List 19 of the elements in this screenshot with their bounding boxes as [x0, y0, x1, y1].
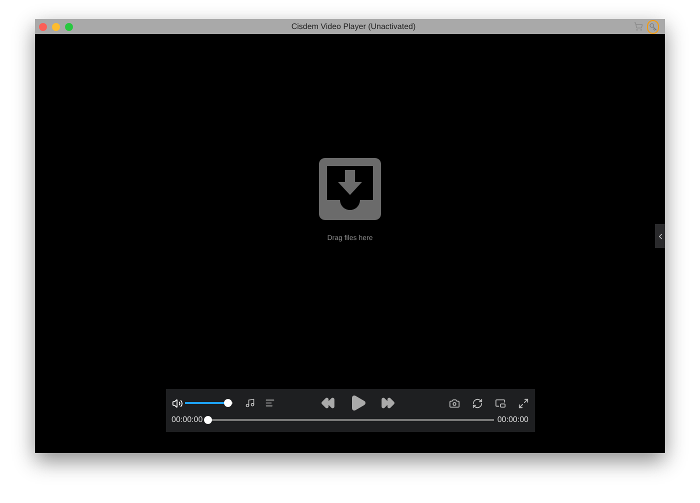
rewind-icon[interactable]	[320, 396, 334, 410]
volume-thumb[interactable]	[224, 399, 232, 407]
sidebar-toggle-button[interactable]	[655, 224, 665, 248]
camera-icon[interactable]	[448, 398, 460, 408]
progress-thumb[interactable]	[204, 416, 212, 424]
playlist-icon[interactable]	[264, 398, 274, 408]
rotate-icon[interactable]	[472, 398, 482, 408]
inbox-download-icon	[319, 158, 381, 220]
window-title: Cisdem Video Player (Unactivated)	[290, 20, 417, 32]
progress-slider[interactable]	[206, 416, 494, 424]
music-icon[interactable]	[244, 398, 254, 408]
current-time: 00:00:00	[172, 414, 203, 426]
fullscreen-icon[interactable]	[518, 398, 528, 408]
key-icon	[649, 22, 657, 30]
total-time: 00:00:00	[497, 414, 528, 426]
fast-forward-icon[interactable]	[380, 396, 394, 410]
volume-icon[interactable]	[172, 398, 182, 408]
volume-slider[interactable]	[184, 399, 232, 407]
picture-in-picture-icon[interactable]	[494, 398, 506, 408]
